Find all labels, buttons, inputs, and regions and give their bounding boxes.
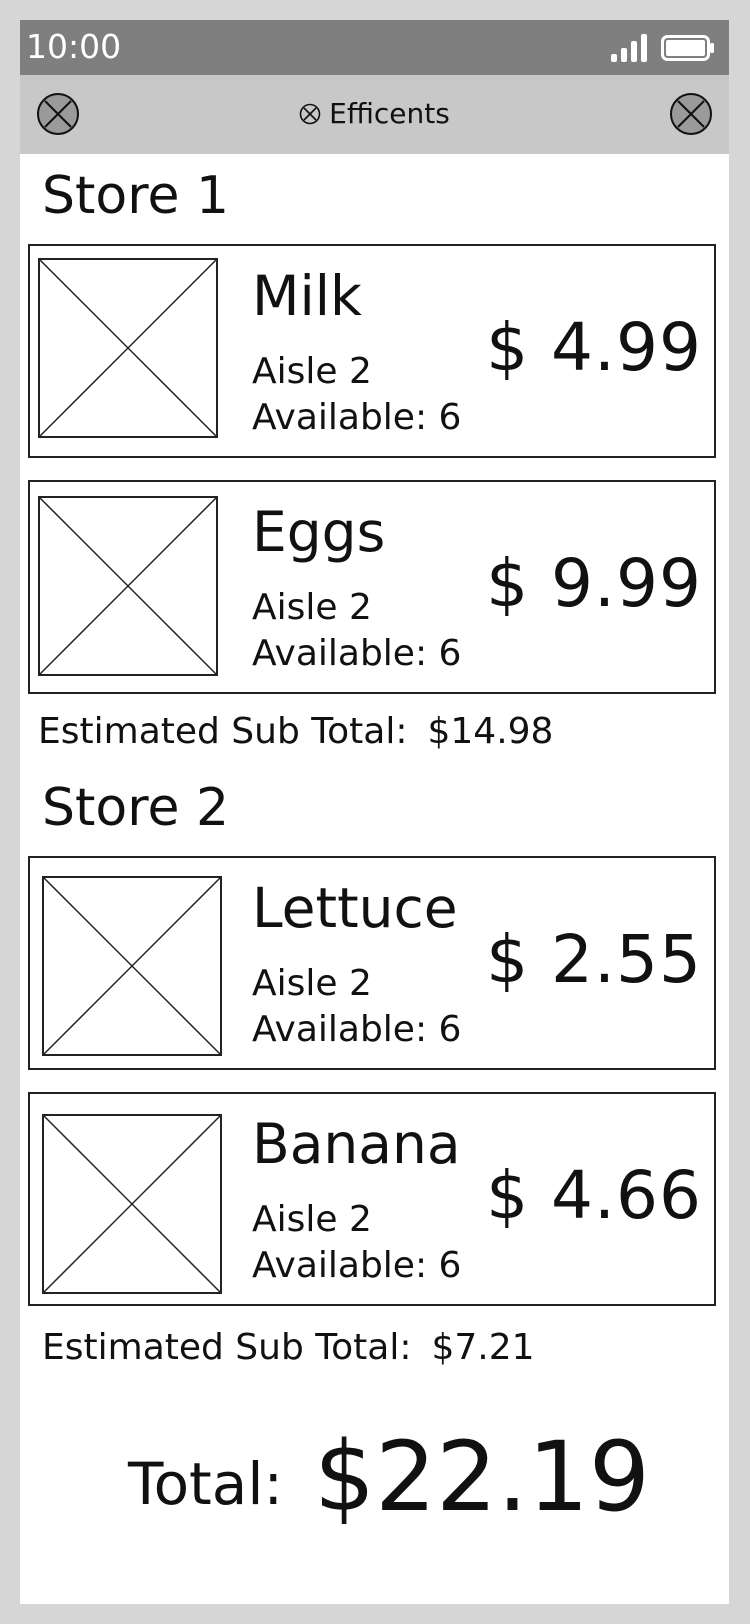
status-bar: 10:00 <box>20 20 729 75</box>
product-card[interactable]: Banana Aisle 2 Available: 6 $ 4.66 <box>28 1092 716 1306</box>
subtotal-label: Estimated Sub Total: <box>42 1327 412 1368</box>
status-time: 10:00 <box>26 27 122 66</box>
product-aisle: Aisle 2 <box>252 1199 372 1240</box>
product-price: $ 4.66 <box>486 1157 702 1234</box>
store-heading: Store 2 <box>42 778 230 838</box>
store-subtotal: Estimated Sub Total: $14.98 <box>38 710 553 754</box>
app-title: Efficents <box>20 96 729 132</box>
product-card[interactable]: Milk Aisle 2 Available: 6 $ 4.99 <box>28 244 716 458</box>
battery-full-icon <box>661 35 714 61</box>
product-aisle: Aisle 2 <box>252 963 372 1004</box>
total-value: $22.19 <box>314 1421 650 1533</box>
close-circle-icon[interactable] <box>669 92 713 136</box>
subtotal-value: $7.21 <box>431 1327 535 1368</box>
image-placeholder-icon <box>42 876 222 1056</box>
app-bar: Efficents <box>20 75 729 154</box>
image-placeholder-icon <box>42 1114 222 1294</box>
subtotal-label: Estimated Sub Total: <box>38 711 408 752</box>
total-label: Total: <box>128 1450 283 1518</box>
product-aisle: Aisle 2 <box>252 587 372 628</box>
product-name: Banana <box>252 1112 461 1176</box>
product-name: Milk <box>252 264 362 328</box>
product-availability: Available: 6 <box>252 1009 462 1050</box>
product-price: $ 4.99 <box>486 309 702 386</box>
subtotal-value: $14.98 <box>427 711 554 752</box>
product-price: $ 9.99 <box>486 545 702 622</box>
product-name: Eggs <box>252 500 386 564</box>
product-card[interactable]: Lettuce Aisle 2 Available: 6 $ 2.55 <box>28 856 716 1070</box>
product-name: Lettuce <box>252 876 458 940</box>
product-aisle: Aisle 2 <box>252 351 372 392</box>
phone-screen: 10:00 Efficents Store 1 Milk Aisle 2 Ava… <box>20 20 729 1604</box>
product-availability: Available: 6 <box>252 1245 462 1286</box>
store-subtotal: Estimated Sub Total: $7.21 <box>42 1326 535 1370</box>
cellular-signal-icon <box>611 34 647 62</box>
app-title-text: Efficents <box>329 97 450 130</box>
product-card[interactable]: Eggs Aisle 2 Available: 6 $ 9.99 <box>28 480 716 694</box>
store-heading: Store 1 <box>42 166 230 226</box>
image-placeholder-icon <box>38 258 218 438</box>
product-availability: Available: 6 <box>252 633 462 674</box>
product-price: $ 2.55 <box>486 921 702 998</box>
image-placeholder-icon <box>38 496 218 676</box>
product-availability: Available: 6 <box>252 397 462 438</box>
close-circle-icon <box>299 103 321 125</box>
